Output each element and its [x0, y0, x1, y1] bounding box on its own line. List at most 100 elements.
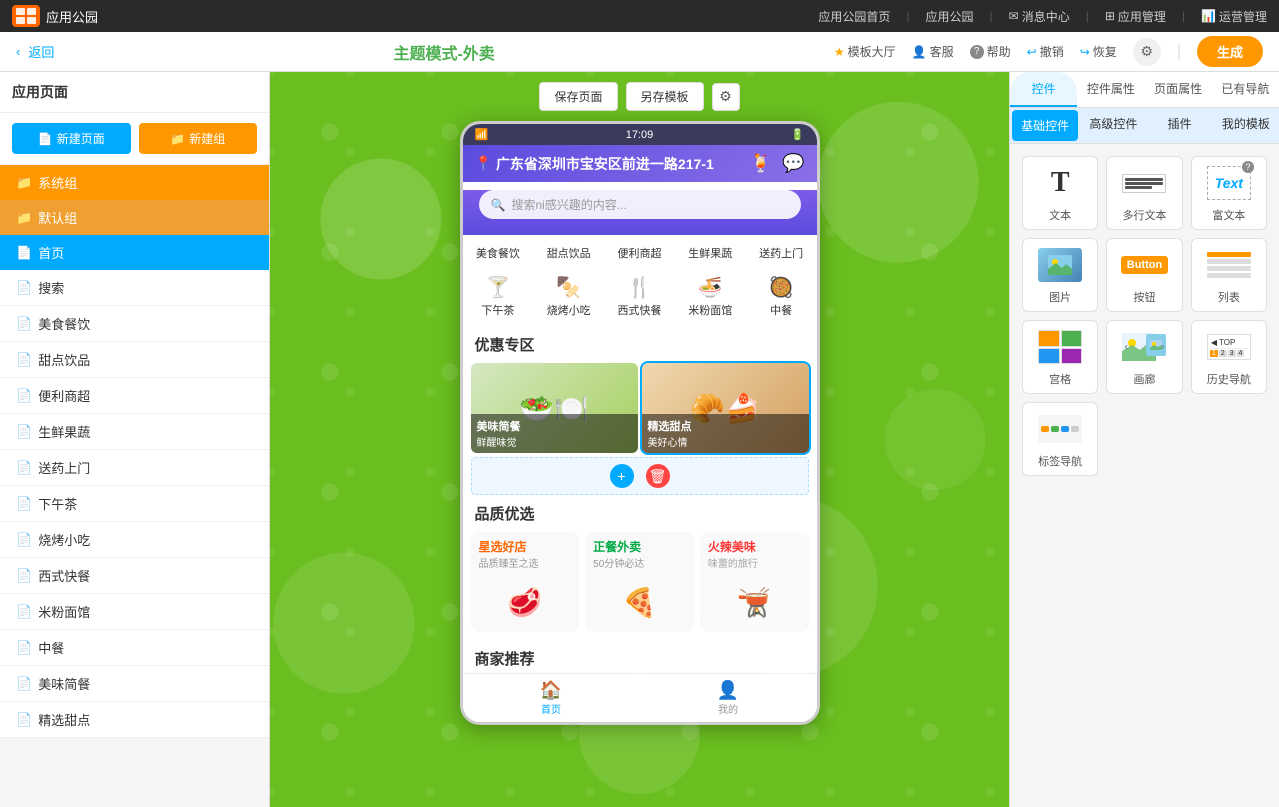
logo-icon: [12, 5, 40, 27]
cat-item-medicine[interactable]: 送药上门: [746, 243, 817, 263]
phone-header: 📍 广东省深圳市宝安区前进一路217-1 🍹 💬: [463, 145, 817, 182]
page-icon: 📄: [16, 604, 32, 620]
quality-item-spicy[interactable]: 火辣美味 味蕾的旅行 🫕: [700, 532, 809, 632]
customer-service-btn[interactable]: 👤 客服: [912, 43, 954, 60]
location-icon: 📍: [475, 155, 492, 172]
page-icon: 📄: [16, 388, 32, 404]
widget-button[interactable]: Button 按钮: [1106, 238, 1182, 312]
sidebar-item-medicine[interactable]: 📄 送药上门: [0, 450, 269, 486]
nav-park-link[interactable]: 应用公园: [925, 8, 973, 25]
widget-text-icon: T: [1035, 163, 1085, 203]
bbq-icon: 🍢: [533, 275, 604, 300]
page-icon: 📄: [16, 460, 32, 476]
promo-item-simplemeal[interactable]: 🥗🍽️ 美味简餐 鲜醒味觉: [471, 363, 638, 453]
sidebar-item-food[interactable]: 📄 美食餐饮: [0, 306, 269, 342]
new-page-button[interactable]: 📄 新建页面: [12, 123, 131, 154]
cat-item-convenience[interactable]: 便利商超: [604, 243, 675, 263]
sidebar-item-fresh[interactable]: 📄 生鲜果蔬: [0, 414, 269, 450]
tab-widget[interactable]: 控件: [1010, 72, 1077, 107]
nav-appmgr-link[interactable]: ⊞ 应用管理: [1105, 8, 1166, 25]
status-time: 17:09: [626, 129, 654, 141]
mine-nav-icon: 👤: [640, 680, 817, 701]
delete-promo-button[interactable]: 🗑: [646, 464, 670, 488]
cat-icon-bbq[interactable]: 🍢 烧烤小吃: [533, 275, 604, 318]
nav-message-link[interactable]: ✉ 消息中心: [1009, 8, 1070, 25]
phone-header-icons: 🍹 💬: [750, 153, 805, 174]
cat-item-fresh[interactable]: 生鲜果蔬: [675, 243, 746, 263]
help-btn[interactable]: ? 帮助: [970, 43, 1011, 60]
widget-history-nav[interactable]: ◀ TOP 1 2 3 4 历史导航: [1191, 320, 1267, 394]
new-group-icon: 📁: [170, 132, 185, 146]
quality-item-top-3: 火辣美味 味蕾的旅行: [700, 532, 809, 572]
undo-btn[interactable]: ↩ 撤销: [1027, 43, 1064, 60]
widget-tag-nav[interactable]: 标签导航: [1022, 402, 1098, 476]
nav-opsmgr-link[interactable]: 📊 运营管理: [1201, 8, 1267, 25]
canvas-settings-btn[interactable]: ⚙: [712, 83, 740, 111]
page-icon-active: 📄: [16, 245, 32, 261]
subtab-advanced[interactable]: 高级控件: [1080, 108, 1146, 143]
sidebar-group-default[interactable]: 📁 默认组: [0, 200, 269, 235]
sidebar-item-western[interactable]: 📄 西式快餐: [0, 558, 269, 594]
widget-multitext[interactable]: 多行文本: [1106, 156, 1182, 230]
tab-page-props[interactable]: 页面属性: [1145, 72, 1212, 107]
sidebar-item-noodle[interactable]: 📄 米粉面馆: [0, 594, 269, 630]
widget-image[interactable]: 图片: [1022, 238, 1098, 312]
sidebar-item-simplemeal[interactable]: 📄 美味简餐: [0, 666, 269, 702]
quality-item-delivery[interactable]: 正餐外卖 50分钟必达 🍕: [585, 532, 694, 632]
sidebar-item-dessert[interactable]: 📄 甜点饮品: [0, 342, 269, 378]
tab-navigation[interactable]: 已有导航: [1212, 72, 1279, 107]
widget-gallery[interactable]: › ‹ 画廊: [1106, 320, 1182, 394]
sidebar-item-chinese[interactable]: 📄 中餐: [0, 630, 269, 666]
widget-text[interactable]: T 文本: [1022, 156, 1098, 230]
sidebar-item-convenience[interactable]: 📄 便利商超: [0, 378, 269, 414]
page-icon: 📄: [16, 568, 32, 584]
redo-btn[interactable]: ↪ 恢复: [1080, 43, 1117, 60]
main-toolbar: ‹ 返回 主题模式-外卖 ★ 模板大厅 👤 客服 ? 帮助 ↩ 撤销 ↪ 恢复 …: [0, 32, 1279, 72]
grid-icon: ⊞: [1105, 9, 1115, 23]
sidebar-item-search[interactable]: 📄 搜索: [0, 270, 269, 306]
toolbar-actions: ★ 模板大厅 👤 客服 ? 帮助 ↩ 撤销 ↪ 恢复 ⚙ | 生成: [834, 36, 1263, 67]
tea-icon: 🍸: [463, 275, 534, 300]
cat-icon-chinese[interactable]: 🥘 中餐: [746, 275, 817, 318]
noodle-icon: 🍜: [675, 275, 746, 300]
cat-icon-western[interactable]: 🍴 西式快餐: [604, 275, 675, 318]
subtab-mytemplate[interactable]: 我的模板: [1213, 108, 1279, 143]
phone-search-bar[interactable]: 🔍 搜索ni感兴趣的内容...: [479, 190, 801, 219]
promo-item-dessert[interactable]: 🥐🍰 精选甜点 美好心情: [642, 363, 809, 453]
widget-richtext[interactable]: Text ? 富文本: [1191, 156, 1267, 230]
sidebar-item-selectdessert[interactable]: 📄 精选甜点: [0, 702, 269, 738]
cat-item-food[interactable]: 美食餐饮: [463, 243, 534, 263]
cat-icon-noodle[interactable]: 🍜 米粉面馆: [675, 275, 746, 318]
user-icon: 👤: [912, 45, 927, 59]
template-hall-btn[interactable]: ★ 模板大厅: [834, 43, 896, 60]
merchant-section-title: 商家推荐: [463, 640, 817, 673]
save-template-button[interactable]: 另存模板: [626, 82, 704, 111]
widget-grid-item[interactable]: 宫格: [1022, 320, 1098, 394]
quality-section: 星选好店 品质臻至之选 🥩 正餐外卖 50分钟必达 🍕: [463, 528, 817, 640]
save-page-button[interactable]: 保存页面: [539, 82, 617, 111]
left-sidebar: 应用页面 📄 新建页面 📁 新建组 📁 系统组 📁 默认组 📄 首页: [0, 72, 270, 807]
sidebar-group-system[interactable]: 📁 系统组: [0, 165, 269, 200]
generate-button[interactable]: 生成: [1197, 36, 1263, 67]
canvas-toolbar: 保存页面 另存模板 ⚙: [539, 82, 739, 111]
phone-nav-mine[interactable]: 👤 我的: [640, 680, 817, 716]
sidebar-item-bbq[interactable]: 📄 烧烤小吃: [0, 522, 269, 558]
subtab-basic[interactable]: 基础控件: [1012, 110, 1078, 141]
subtab-plugin[interactable]: 插件: [1147, 108, 1213, 143]
battery-icon: 🔋: [791, 128, 805, 141]
back-button[interactable]: ‹ 返回: [16, 42, 54, 61]
sidebar-item-home[interactable]: 📄 首页: [0, 235, 269, 270]
cat-item-dessert[interactable]: 甜点饮品: [533, 243, 604, 263]
logo: 应用公园: [12, 5, 98, 27]
widget-list[interactable]: 列表: [1191, 238, 1267, 312]
sidebar-item-tea[interactable]: 📄 下午茶: [0, 486, 269, 522]
settings-btn[interactable]: ⚙: [1133, 38, 1161, 66]
add-promo-button[interactable]: +: [610, 464, 634, 488]
quality-item-star[interactable]: 星选好店 品质臻至之选 🥩: [471, 532, 580, 632]
phone-nav-home[interactable]: 🏠 首页: [463, 680, 640, 716]
new-group-button[interactable]: 📁 新建组: [139, 123, 258, 154]
nav-home-link[interactable]: 应用公园首页: [818, 8, 890, 25]
tab-widget-props[interactable]: 控件属性: [1077, 72, 1144, 107]
widget-grid: T 文本 多行文本 Text: [1010, 144, 1279, 488]
cat-icon-tea[interactable]: 🍸 下午茶: [463, 275, 534, 318]
